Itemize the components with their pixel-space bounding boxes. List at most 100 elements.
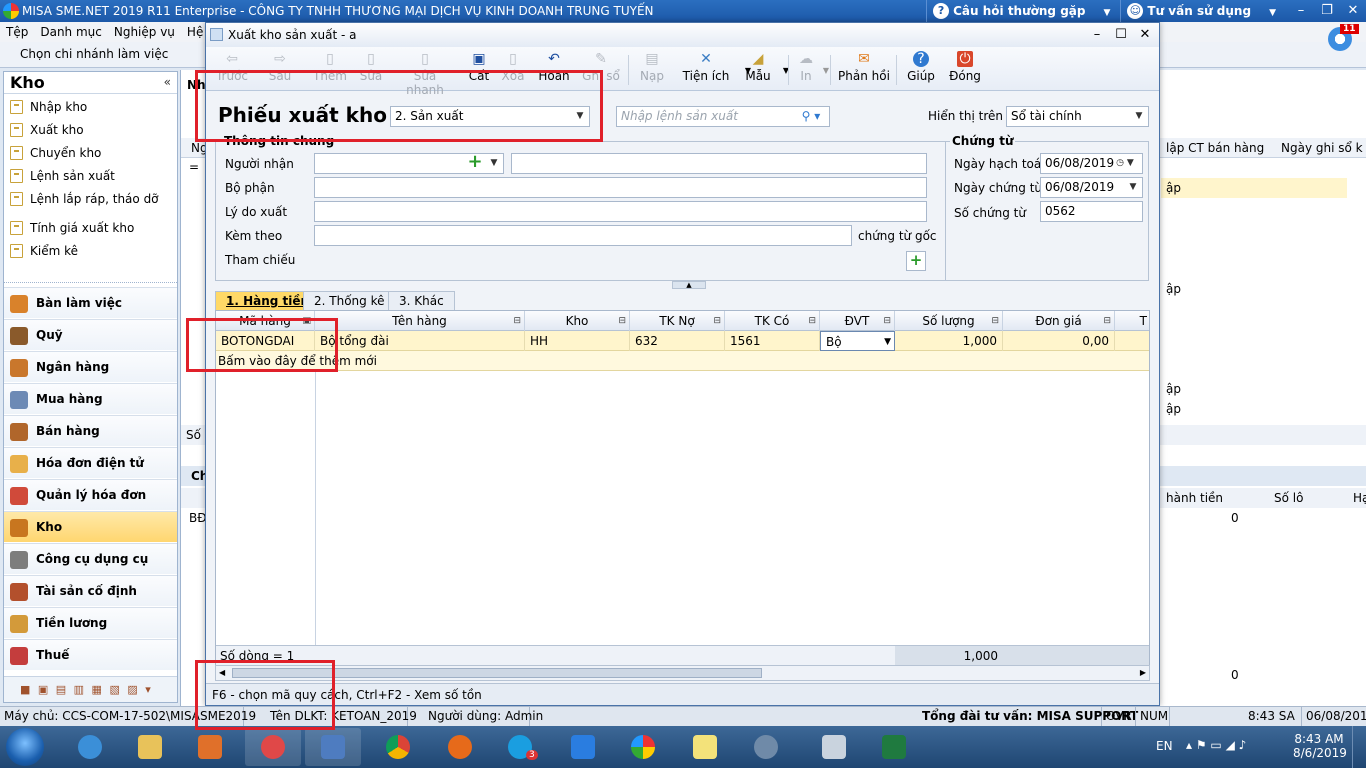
voucher-date-input[interactable]: 06/08/2019 ▼ xyxy=(1040,177,1143,198)
cell-warehouse[interactable]: HH xyxy=(525,331,630,351)
clock-icon[interactable]: ◷ ▼ xyxy=(1108,154,1142,173)
horizontal-scrollbar[interactable]: ◀ ▶ xyxy=(215,665,1150,681)
consult-button[interactable]: ☺ Tư vấn sử dụng ▼ xyxy=(1120,0,1286,22)
attach-input[interactable] xyxy=(314,225,852,246)
sidebar-mini-icons[interactable]: ■ ▣ ▤ ▥ ▦ ▧ ▨ ▾ xyxy=(4,676,177,702)
tab-other[interactable]: 3. Khác xyxy=(388,291,455,311)
edit-button[interactable]: ▯ Sửa xyxy=(356,49,386,89)
tab-statistics[interactable]: 2. Thống kê xyxy=(303,291,396,311)
table-row[interactable]: BOTONGDAI Bộ tổng đài HH 632 1561 Bộ ▼ 1,… xyxy=(216,331,1149,351)
sidebar-item-stocktake[interactable]: Kiểm kê xyxy=(8,241,78,261)
menu-file[interactable]: Tệp xyxy=(0,25,34,39)
search-icon[interactable]: ⚲ ▾ xyxy=(793,107,829,126)
collapse-handle-icon[interactable]: ▲ xyxy=(672,281,706,289)
col-quantity[interactable]: Số lượng ⊟ xyxy=(895,311,1003,331)
module-sales[interactable]: Bán hàng xyxy=(4,415,177,446)
minimize-button[interactable]: – xyxy=(1288,0,1314,22)
cell-debit[interactable]: 632 xyxy=(630,331,725,351)
module-fixed-assets[interactable]: Tài sản cố định xyxy=(4,575,177,606)
tray-icons[interactable]: ▴ ⚑ ▭ ◢ ♪ xyxy=(1186,738,1246,752)
reason-input[interactable] xyxy=(314,201,927,222)
sidebar-item-assembly[interactable]: Lệnh lắp ráp, tháo dỡ xyxy=(8,189,159,209)
module-einvoice[interactable]: Hóa đơn điện tử xyxy=(4,447,177,478)
add-new-row[interactable]: Bấm vào đây để thêm mới xyxy=(216,351,1149,371)
menu-catalog[interactable]: Danh mục xyxy=(34,25,108,39)
taskbar-skype[interactable]: 3 xyxy=(492,728,548,766)
module-purchase[interactable]: Mua hàng xyxy=(4,383,177,414)
module-desktop[interactable]: Bàn làm việc xyxy=(4,287,177,318)
taskbar-firefox[interactable] xyxy=(432,728,488,766)
chevron-down-icon[interactable]: ▼ xyxy=(1124,178,1142,197)
production-order-input[interactable]: Nhập lệnh sản xuất ⚲ ▾ xyxy=(616,106,830,127)
taskbar-media[interactable] xyxy=(182,728,238,766)
menu-operations[interactable]: Nghiệp vụ xyxy=(108,25,181,39)
receiver-name-input[interactable] xyxy=(511,153,927,174)
language-indicator[interactable]: EN xyxy=(1156,739,1173,753)
col-debit[interactable]: TK Nợ ⊟ xyxy=(630,311,725,331)
voucher-no-input[interactable]: 0562 xyxy=(1040,201,1143,222)
scroll-right-icon[interactable]: ▶ xyxy=(1140,666,1146,680)
chevron-down-icon[interactable]: ▼ xyxy=(884,332,891,350)
dialog-maximize-button[interactable]: ☐ xyxy=(1110,25,1132,45)
sidebar-item-import[interactable]: Nhập kho xyxy=(8,97,87,117)
quick-edit-button[interactable]: ▯ Sửa nhanh xyxy=(394,49,456,97)
clock[interactable]: 8:43 AM 8/6/2019 xyxy=(1293,732,1347,760)
taskbar-chrome[interactable] xyxy=(370,728,426,766)
module-cash[interactable]: Quỹ xyxy=(4,319,177,350)
col-credit[interactable]: TK Có ⊟ xyxy=(725,311,820,331)
taskbar-picasa[interactable] xyxy=(615,728,671,766)
utility-button[interactable]: ✕ Tiện ích xyxy=(676,49,736,89)
col-unit-price[interactable]: Đơn giá ⊟ xyxy=(1003,311,1115,331)
col-item-name[interactable]: Tên hàng ⊟ xyxy=(315,311,525,331)
template-button[interactable]: ◢ Mẫu xyxy=(742,49,774,89)
load-button[interactable]: ▤ Nạp xyxy=(636,49,668,89)
dialog-minimize-button[interactable]: – xyxy=(1086,25,1108,45)
taskbar-support[interactable] xyxy=(245,728,301,766)
taskbar-app[interactable] xyxy=(555,728,611,766)
scroll-left-icon[interactable]: ◀ xyxy=(219,666,225,680)
template-dropdown[interactable]: ▼ xyxy=(778,49,789,89)
add-receiver-icon[interactable]: + xyxy=(466,153,484,172)
module-tax[interactable]: Thuế xyxy=(4,639,177,670)
windows-start-icon[interactable] xyxy=(6,728,44,766)
taskbar-excel[interactable] xyxy=(866,728,922,766)
branch-selector[interactable]: Chọn chi nhánh làm việc xyxy=(20,47,168,61)
cell-name[interactable]: Bộ tổng đài xyxy=(315,331,525,351)
feedback-button[interactable]: ✉ Phản hồi xyxy=(838,49,890,89)
sidebar-item-cost-calc[interactable]: Tính giá xuất kho xyxy=(8,218,134,238)
prev-button[interactable]: ⇦ Trước xyxy=(212,49,252,89)
col-unit[interactable]: ĐVT ⊟ xyxy=(820,311,895,331)
display-book-select[interactable]: Sổ tài chính ▼ xyxy=(1006,106,1149,127)
cell-credit[interactable]: 1561 xyxy=(725,331,820,351)
cell-price[interactable]: 0,00 xyxy=(1003,331,1115,351)
module-tools[interactable]: Công cụ dụng cụ xyxy=(4,543,177,574)
taskbar-misa[interactable] xyxy=(305,728,361,766)
add-reference-icon[interactable]: + xyxy=(906,251,926,271)
taskbar-headset[interactable] xyxy=(738,728,794,766)
cell-unit-select[interactable]: Bộ ▼ xyxy=(820,331,895,351)
collapse-icon[interactable]: « xyxy=(164,75,171,89)
module-bank[interactable]: Ngân hàng xyxy=(4,351,177,382)
post-button[interactable]: ✎ Ghi sổ xyxy=(580,49,622,89)
sidebar-item-transfer[interactable]: Chuyển kho xyxy=(8,143,101,163)
col-total[interactable]: T xyxy=(1115,311,1149,331)
help-button[interactable]: ? Giúp xyxy=(904,49,938,89)
col-item-code[interactable]: Mã hàng ▣ xyxy=(216,311,315,331)
show-desktop-button[interactable] xyxy=(1352,726,1366,768)
cell-quantity[interactable]: 1,000 xyxy=(895,331,1003,351)
add-new-text[interactable]: Bấm vào đây để thêm mới xyxy=(216,351,516,371)
sidebar-item-export[interactable]: Xuất kho xyxy=(8,120,84,140)
restore-button[interactable]: ❐ xyxy=(1314,0,1340,22)
scroll-thumb[interactable] xyxy=(232,668,762,678)
taskbar-explorer[interactable] xyxy=(122,728,178,766)
sidebar-item-production-order[interactable]: Lệnh sản xuất xyxy=(8,166,115,186)
next-button[interactable]: ⇨ Sau xyxy=(262,49,298,89)
close-button[interactable]: ✕ xyxy=(1340,0,1366,22)
delete-button[interactable]: ▯ Xóa xyxy=(498,49,528,89)
module-payroll[interactable]: Tiền lương xyxy=(4,607,177,638)
add-button[interactable]: ▯ Thêm xyxy=(310,49,350,89)
taskbar-notes[interactable] xyxy=(677,728,733,766)
module-invoice-mgmt[interactable]: Quản lý hóa đơn xyxy=(4,479,177,510)
col-warehouse[interactable]: Kho ⊟ xyxy=(525,311,630,331)
print-button[interactable]: ☁ In xyxy=(794,49,818,89)
